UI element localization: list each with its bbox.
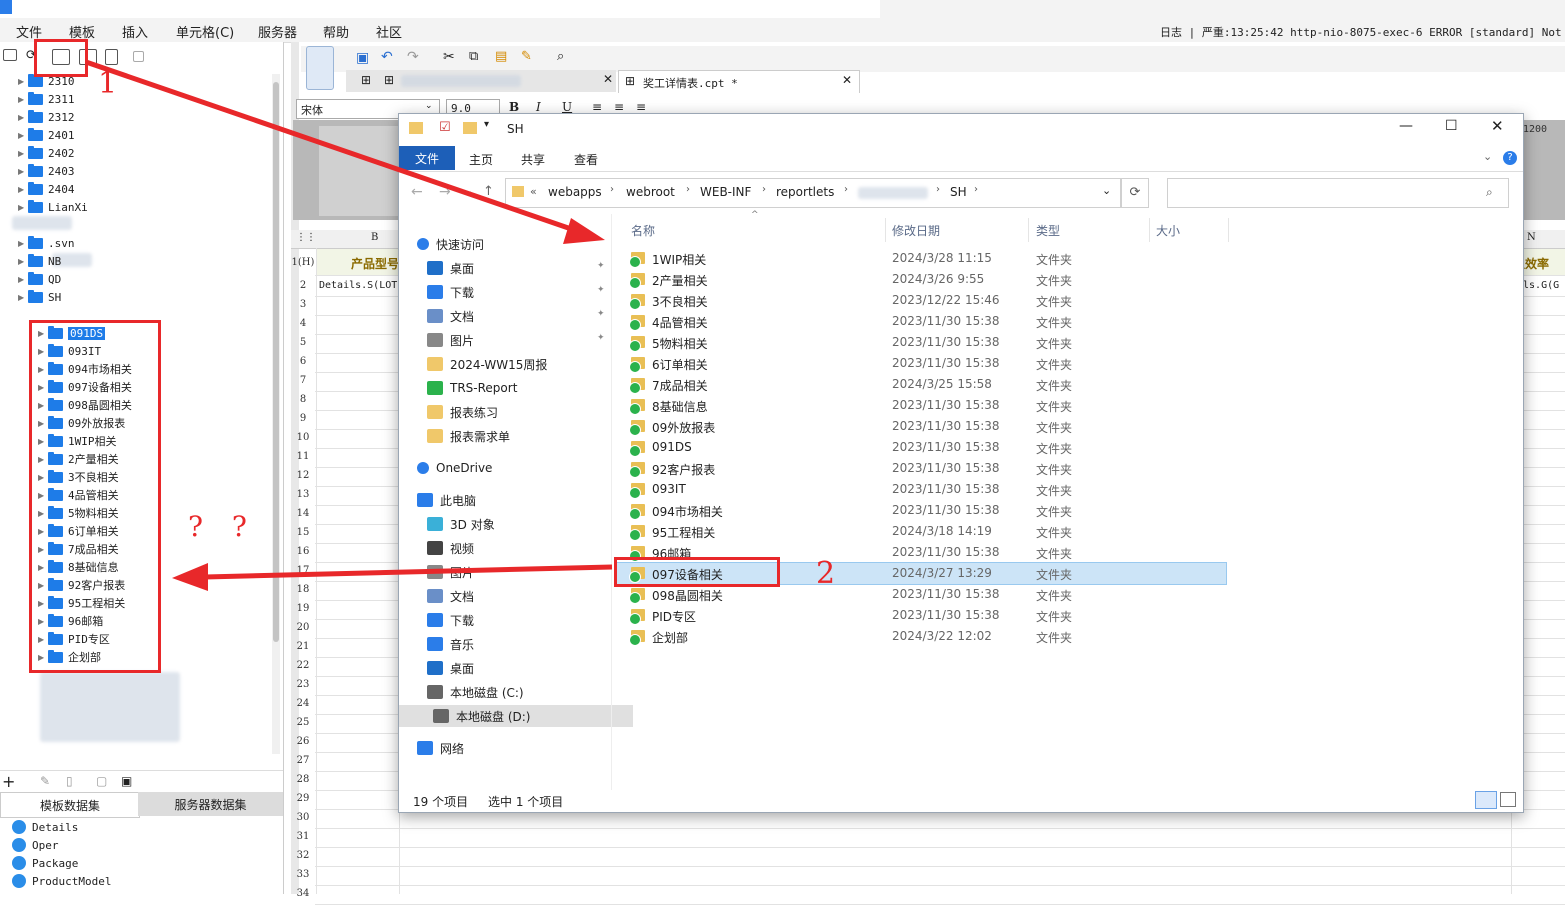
annotation-box-file <box>614 557 780 587</box>
annotation-label-1: 1 <box>98 66 118 101</box>
arrow-to-explorer <box>85 59 605 244</box>
annotation-box-toolbar <box>34 39 88 77</box>
annotation-label-2: 2 <box>816 556 836 591</box>
annotation-box-tree <box>29 320 161 673</box>
annotation-question: ? ? <box>188 510 257 543</box>
arrow-to-tree <box>172 563 613 591</box>
annotation-arrows <box>85 59 613 591</box>
